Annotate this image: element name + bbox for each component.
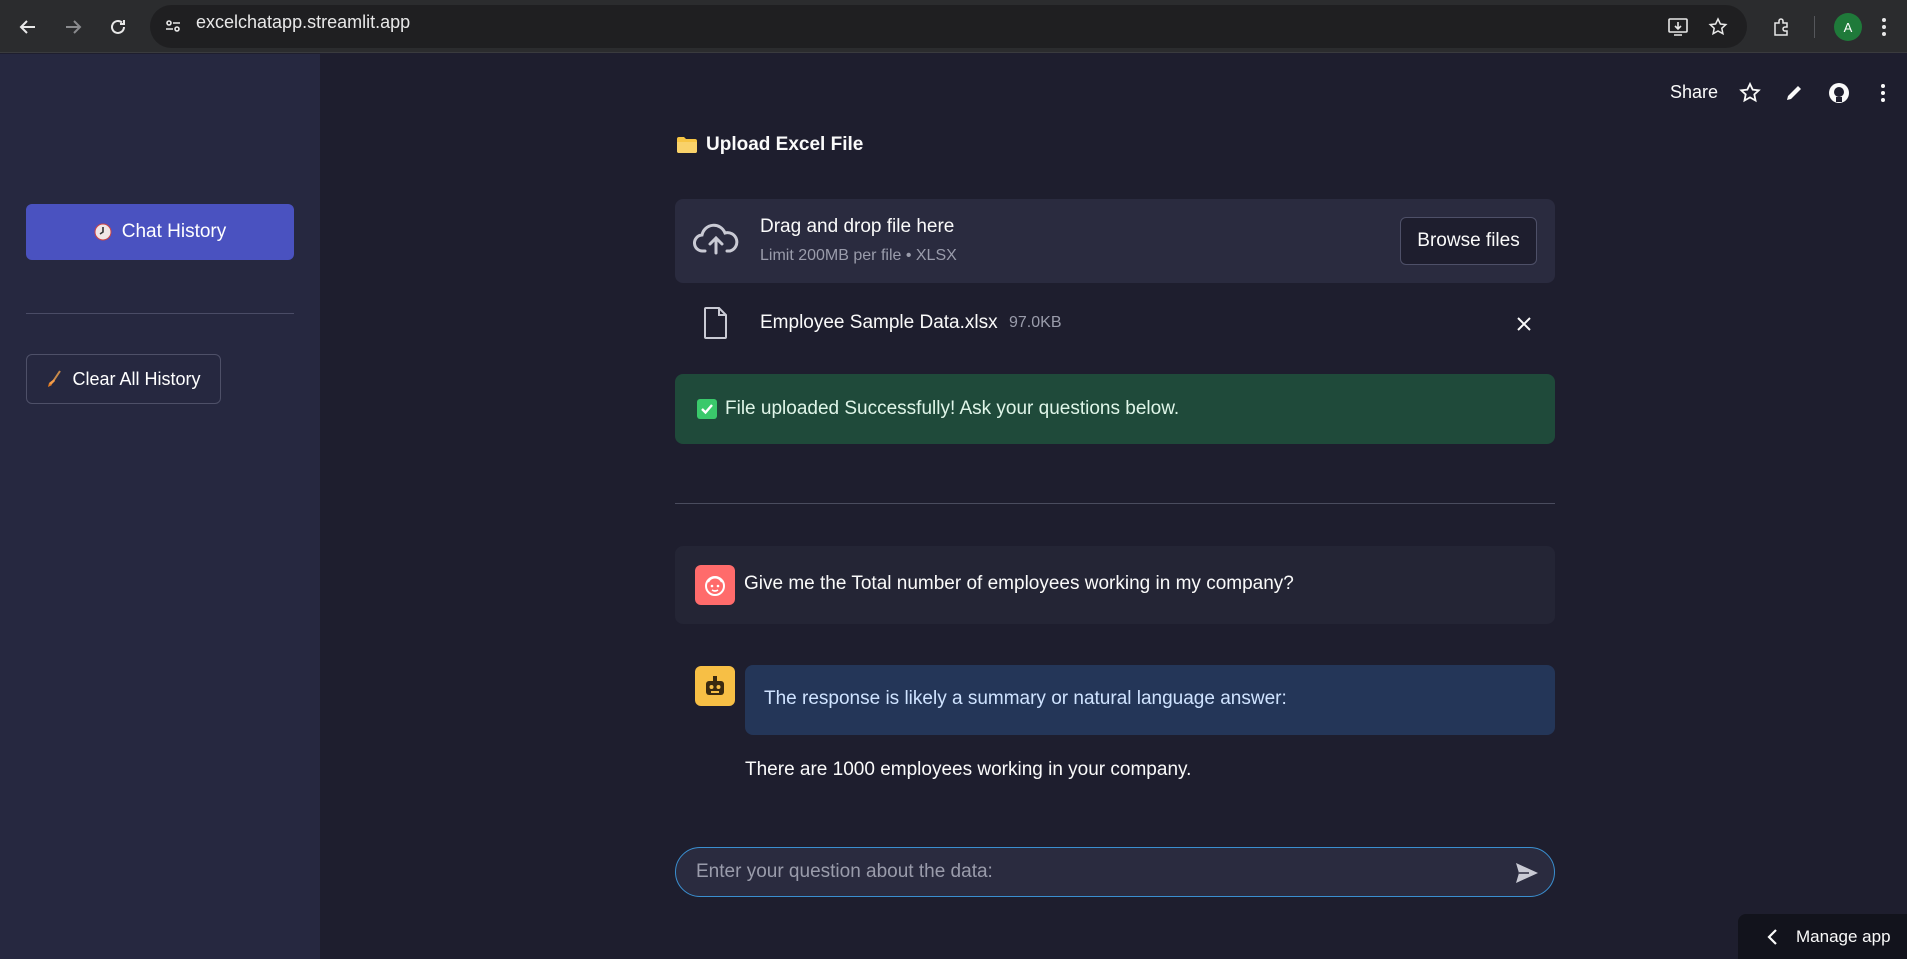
clear-history-label: Clear All History bbox=[72, 368, 201, 389]
manage-app-label: Manage app bbox=[1796, 926, 1891, 946]
main-divider bbox=[675, 503, 1555, 504]
profile-avatar[interactable]: A bbox=[1834, 13, 1862, 41]
clear-history-button[interactable]: Clear All History bbox=[26, 354, 221, 404]
check-mark-icon bbox=[697, 399, 717, 419]
user-avatar-icon bbox=[695, 565, 735, 605]
upload-success-alert: File uploaded Successfully! Ask your que… bbox=[675, 374, 1555, 444]
user-chat-message: Give me the Total number of employees wo… bbox=[675, 546, 1555, 624]
folder-icon bbox=[677, 137, 697, 153]
toolbar-separator bbox=[1814, 16, 1815, 38]
uploaded-file-size: 97.0KB bbox=[1009, 314, 1062, 331]
close-icon bbox=[1517, 317, 1531, 331]
broom-icon bbox=[48, 370, 62, 387]
install-app-icon[interactable] bbox=[1664, 13, 1692, 41]
uploaded-file-row: Employee Sample Data.xlsx 97.0KB bbox=[675, 300, 1555, 346]
user-message-text: Give me the Total number of employees wo… bbox=[744, 573, 1294, 594]
reload-button[interactable] bbox=[104, 13, 132, 41]
site-info-icon[interactable] bbox=[163, 16, 183, 41]
file-icon bbox=[703, 306, 729, 345]
clock-icon bbox=[94, 223, 112, 241]
extensions-icon[interactable] bbox=[1767, 13, 1795, 41]
upload-section-title: Upload Excel File bbox=[676, 134, 863, 156]
reload-icon bbox=[111, 19, 125, 34]
sidebar-divider bbox=[26, 313, 294, 314]
send-button[interactable] bbox=[1514, 860, 1540, 886]
dropzone-limit-text: Limit 200MB per file • XLSX bbox=[760, 247, 957, 264]
upload-title-text: Upload Excel File bbox=[706, 134, 864, 155]
chat-input-container bbox=[675, 847, 1555, 897]
github-icon[interactable] bbox=[1827, 81, 1851, 105]
file-dropzone[interactable]: Drag and drop file here Limit 200MB per … bbox=[675, 199, 1555, 283]
send-icon bbox=[1516, 863, 1538, 883]
uploaded-file-name: Employee Sample Data.xlsx bbox=[760, 312, 998, 333]
chat-history-label: Chat History bbox=[121, 221, 227, 242]
manage-app-button[interactable]: Manage app bbox=[1738, 914, 1907, 959]
question-input[interactable] bbox=[694, 848, 1484, 895]
back-arrow-icon bbox=[19, 20, 35, 34]
back-button[interactable] bbox=[14, 13, 42, 41]
bot-answer-text: There are 1000 employees working in your… bbox=[745, 759, 1192, 780]
favorite-star-icon[interactable] bbox=[1738, 81, 1762, 105]
url-text[interactable]: excelchatapp.streamlit.app bbox=[196, 12, 410, 33]
bot-info-bubble: The response is likely a summary or natu… bbox=[745, 665, 1555, 735]
chat-history-button[interactable]: Chat History bbox=[26, 204, 294, 260]
forward-arrow-icon bbox=[66, 20, 82, 34]
browser-toolbar: excelchatapp.streamlit.app A bbox=[0, 0, 1907, 53]
browse-files-button[interactable]: Browse files bbox=[1400, 217, 1537, 265]
sidebar: Chat History Clear All History bbox=[0, 54, 320, 959]
share-button[interactable]: Share bbox=[1670, 82, 1718, 103]
app-menu-icon[interactable] bbox=[1871, 81, 1895, 105]
chevron-left-icon bbox=[1767, 928, 1777, 945]
bot-avatar-icon bbox=[695, 666, 735, 706]
cloud-upload-icon bbox=[693, 221, 739, 262]
remove-file-button[interactable] bbox=[1512, 312, 1536, 336]
success-message: File uploaded Successfully! Ask your que… bbox=[725, 398, 1180, 419]
bookmark-star-icon[interactable] bbox=[1704, 13, 1732, 41]
dropzone-title: Drag and drop file here bbox=[760, 216, 955, 237]
forward-button[interactable] bbox=[59, 13, 87, 41]
edit-pencil-icon[interactable] bbox=[1782, 81, 1806, 105]
browser-menu-icon[interactable] bbox=[1870, 13, 1898, 41]
